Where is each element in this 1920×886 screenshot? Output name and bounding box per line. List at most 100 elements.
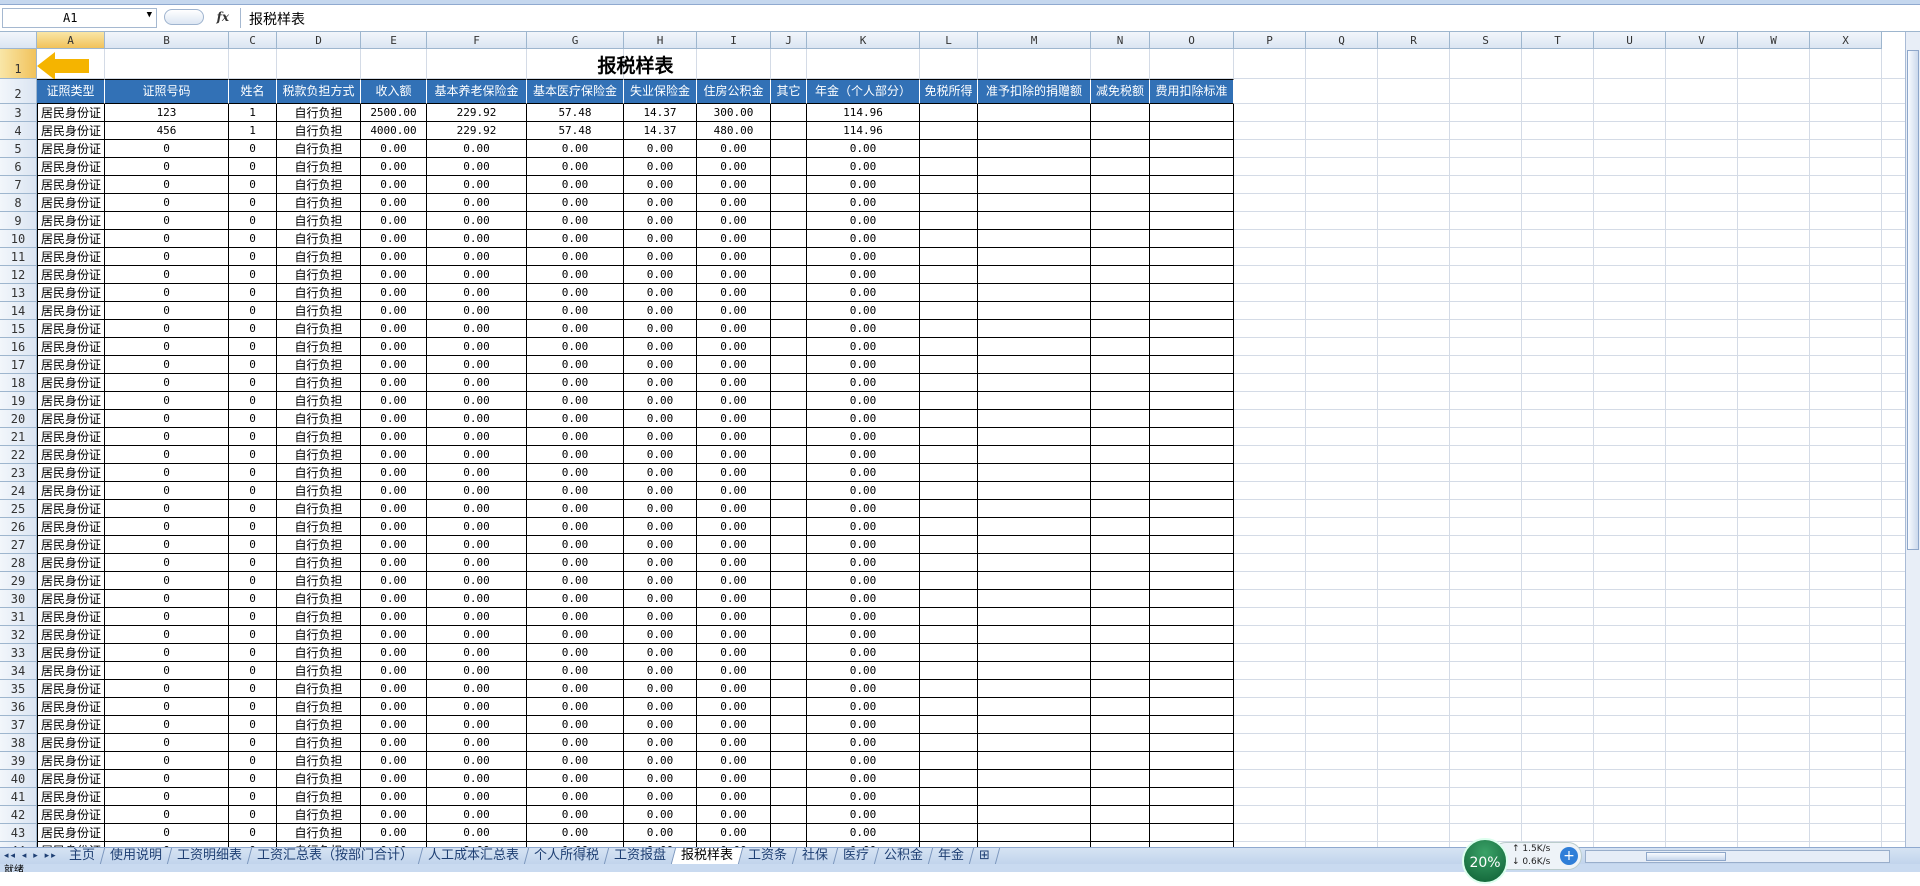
row-header-2[interactable]: 2 xyxy=(0,79,37,104)
table-cell[interactable]: 0 xyxy=(229,554,277,572)
table-cell[interactable]: 0.00 xyxy=(807,158,920,176)
table-cell[interactable]: 0 xyxy=(105,374,229,392)
table-cell[interactable] xyxy=(1091,212,1150,230)
table-cell[interactable] xyxy=(1150,248,1234,266)
table-cell[interactable] xyxy=(1091,788,1150,806)
table-cell[interactable]: 0 xyxy=(105,536,229,554)
table-cell[interactable]: 0.00 xyxy=(427,806,527,824)
table-cell[interactable]: 居民身份证 xyxy=(37,410,105,428)
memory-percent[interactable]: 20% xyxy=(1462,838,1508,884)
table-cell[interactable]: 0 xyxy=(105,518,229,536)
table-cell[interactable] xyxy=(771,644,807,662)
table-cell[interactable]: 0.00 xyxy=(807,338,920,356)
table-cell[interactable] xyxy=(1150,140,1234,158)
table-cell[interactable] xyxy=(1150,338,1234,356)
chevron-down-icon[interactable]: ▼ xyxy=(147,10,152,20)
table-cell[interactable] xyxy=(771,320,807,338)
table-cell[interactable]: 0.00 xyxy=(361,572,427,590)
table-cell[interactable] xyxy=(1091,572,1150,590)
table-cell[interactable]: 0.00 xyxy=(807,212,920,230)
table-cell[interactable]: 0.00 xyxy=(624,374,697,392)
table-cell[interactable] xyxy=(920,644,978,662)
column-header-U[interactable]: U xyxy=(1594,32,1666,49)
sheet-tab[interactable]: 工资条 xyxy=(738,848,798,864)
table-cell[interactable]: 14.37 xyxy=(624,122,697,140)
table-cell[interactable]: 0.00 xyxy=(527,590,624,608)
table-cell[interactable]: 0 xyxy=(105,284,229,302)
table-cell[interactable]: 自行负担 xyxy=(277,590,361,608)
table-cell[interactable] xyxy=(771,806,807,824)
table-cell[interactable]: 自行负担 xyxy=(277,500,361,518)
table-cell[interactable] xyxy=(978,140,1091,158)
table-cell[interactable]: 0.00 xyxy=(361,482,427,500)
table-cell[interactable] xyxy=(1150,644,1234,662)
table-cell[interactable]: 0 xyxy=(229,266,277,284)
table-cell[interactable]: 0.00 xyxy=(361,698,427,716)
table-cell[interactable]: 0.00 xyxy=(807,572,920,590)
table-cell[interactable]: 0.00 xyxy=(624,266,697,284)
table-cell[interactable] xyxy=(920,194,978,212)
table-cell[interactable]: 2500.00 xyxy=(361,104,427,122)
table-cell[interactable] xyxy=(920,770,978,788)
column-header-C[interactable]: C xyxy=(229,32,277,49)
column-header-A[interactable]: A xyxy=(37,32,105,49)
table-cell[interactable]: 0 xyxy=(105,554,229,572)
table-cell[interactable]: 0 xyxy=(229,284,277,302)
table-cell[interactable] xyxy=(771,392,807,410)
table-cell[interactable] xyxy=(920,662,978,680)
sheet-tab[interactable]: 年金 xyxy=(929,848,975,864)
table-cell[interactable]: 0.00 xyxy=(427,140,527,158)
table-cell[interactable] xyxy=(920,536,978,554)
table-cell[interactable] xyxy=(978,104,1091,122)
table-cell[interactable]: 居民身份证 xyxy=(37,176,105,194)
table-cell[interactable]: 4000.00 xyxy=(361,122,427,140)
table-cell[interactable] xyxy=(1150,392,1234,410)
table-header-cell[interactable]: 税款负担方式 xyxy=(277,79,361,104)
table-cell[interactable]: 0.00 xyxy=(527,176,624,194)
row-header-28[interactable]: 28 xyxy=(0,554,37,572)
table-cell[interactable] xyxy=(978,464,1091,482)
table-cell[interactable]: 0 xyxy=(105,662,229,680)
table-cell[interactable]: 0 xyxy=(105,230,229,248)
table-cell[interactable]: 0.00 xyxy=(697,284,771,302)
table-cell[interactable] xyxy=(920,518,978,536)
row-header-38[interactable]: 38 xyxy=(0,734,37,752)
table-cell[interactable] xyxy=(920,626,978,644)
table-cell[interactable]: 0.00 xyxy=(697,806,771,824)
table-cell[interactable]: 0.00 xyxy=(361,554,427,572)
table-cell[interactable] xyxy=(771,356,807,374)
table-cell[interactable]: 0.00 xyxy=(527,356,624,374)
table-cell[interactable]: 0 xyxy=(105,302,229,320)
table-cell[interactable]: 0.00 xyxy=(697,266,771,284)
table-cell[interactable] xyxy=(771,446,807,464)
table-cell[interactable] xyxy=(1091,608,1150,626)
table-cell[interactable]: 0.00 xyxy=(624,590,697,608)
table-cell[interactable] xyxy=(1091,680,1150,698)
table-cell[interactable]: 0.00 xyxy=(807,374,920,392)
table-cell[interactable]: 0 xyxy=(105,410,229,428)
table-cell[interactable]: 0.00 xyxy=(807,500,920,518)
select-all-corner[interactable] xyxy=(0,32,37,49)
table-cell[interactable]: 0.00 xyxy=(527,698,624,716)
table-cell[interactable]: 0.00 xyxy=(807,176,920,194)
table-cell[interactable]: 0 xyxy=(105,752,229,770)
table-cell[interactable]: 0.00 xyxy=(427,392,527,410)
table-cell[interactable]: 居民身份证 xyxy=(37,194,105,212)
table-cell[interactable]: 0.00 xyxy=(527,410,624,428)
row-header-22[interactable]: 22 xyxy=(0,446,37,464)
table-cell[interactable] xyxy=(978,212,1091,230)
column-header-X[interactable]: X xyxy=(1810,32,1882,49)
sheet-tab[interactable]: 医疗 xyxy=(834,848,880,864)
table-cell[interactable] xyxy=(1091,104,1150,122)
table-cell[interactable] xyxy=(978,248,1091,266)
table-cell[interactable]: 0.00 xyxy=(807,392,920,410)
table-cell[interactable]: 0 xyxy=(229,626,277,644)
table-cell[interactable]: 居民身份证 xyxy=(37,734,105,752)
table-cell[interactable]: 自行负担 xyxy=(277,662,361,680)
table-cell[interactable] xyxy=(978,482,1091,500)
column-header-N[interactable]: N xyxy=(1091,32,1150,49)
vertical-scrollbar[interactable] xyxy=(1905,32,1920,847)
row-header-39[interactable]: 39 xyxy=(0,752,37,770)
table-cell[interactable] xyxy=(1150,662,1234,680)
table-cell[interactable] xyxy=(920,698,978,716)
